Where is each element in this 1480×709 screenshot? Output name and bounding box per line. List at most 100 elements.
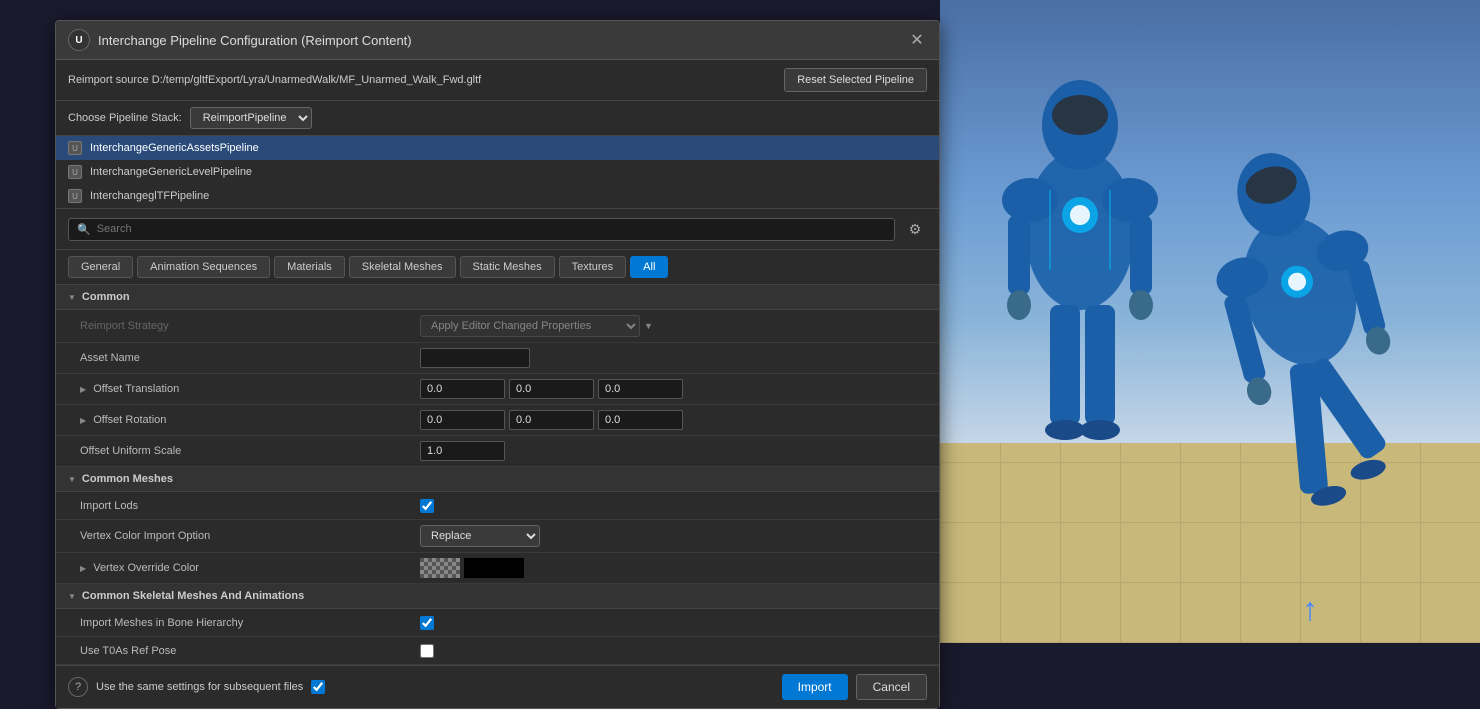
offset-translation-y[interactable] [509,379,594,399]
tab-animation-sequences[interactable]: Animation Sequences [137,256,270,278]
prop-offset-uniform-scale: Offset Uniform Scale [56,436,939,467]
help-icon[interactable]: ? [68,677,88,697]
pipeline-list: U InterchangeGenericAssetsPipeline U Int… [56,136,939,209]
import-button[interactable]: Import [782,674,848,700]
value-import-lods [420,499,927,513]
pipeline-item-label-1: InterchangeGenericLevelPipeline [90,166,252,178]
figure-left [970,30,1190,610]
same-settings-label: Use the same settings for subsequent fil… [96,681,303,693]
expand-translation-icon[interactable]: ▶ [80,385,86,394]
section-common[interactable]: ▼ Common [56,285,939,310]
value-vertex-override-color [420,558,927,578]
section-common-skeletal[interactable]: ▼ Common Skeletal Meshes And Animations [56,584,939,609]
source-path: Reimport source D:/temp/gltfExport/Lyra/… [68,74,481,86]
dialog-wrapper: U Interchange Pipeline Configuration (Re… [0,0,950,643]
cancel-button[interactable]: Cancel [856,674,927,700]
prop-import-meshes-bone-hierarchy: Import Meshes in Bone Hierarchy [56,609,939,637]
content-area: ▼ Common Reimport Strategy Apply Editor … [56,285,939,665]
offset-rotation-y[interactable] [509,410,594,430]
bottom-right: Import Cancel [782,674,927,700]
same-settings-checkbox[interactable] [311,680,325,694]
pipeline-item-2[interactable]: U InterchangeglTFPipeline [56,184,939,208]
pipeline-icon-0: U [68,141,82,155]
import-lods-checkbox[interactable] [420,499,434,513]
prop-offset-rotation: ▶ Offset Rotation [56,405,939,436]
bottom-bar: ? Use the same settings for subsequent f… [56,665,939,708]
vertex-color-option-select[interactable]: Replace [420,525,540,547]
chevron-common: ▼ [68,293,76,302]
value-use-t0as-ref-pose [420,644,927,658]
label-reimport-strategy: Reimport Strategy [80,320,420,332]
pipeline-item-1[interactable]: U InterchangeGenericLevelPipeline [56,160,939,184]
search-icon: 🔍 [77,223,91,236]
dialog-title: Interchange Pipeline Configuration (Reim… [98,33,412,48]
label-import-meshes-bone-hierarchy: Import Meshes in Bone Hierarchy [80,617,420,629]
chevron-skeletal: ▼ [68,592,76,601]
tab-general[interactable]: General [68,256,133,278]
section-common-skeletal-label: Common Skeletal Meshes And Animations [82,590,304,602]
bottom-left: ? Use the same settings for subsequent f… [68,677,325,697]
tab-skeletal-meshes[interactable]: Skeletal Meshes [349,256,456,278]
search-input[interactable] [97,223,886,235]
pipeline-item-label-0: InterchangeGenericAssetsPipeline [90,142,259,154]
prop-use-t0as-ref-pose: Use T0As Ref Pose [56,637,939,665]
pipeline-icon-2: U [68,189,82,203]
asset-name-input[interactable] [420,348,530,368]
label-asset-name: Asset Name [80,352,420,364]
prop-asset-name: Asset Name [56,343,939,374]
label-offset-rotation: ▶ Offset Rotation [80,414,420,426]
expand-color-icon[interactable]: ▶ [80,564,86,573]
tab-textures[interactable]: Textures [559,256,627,278]
title-bar: U Interchange Pipeline Configuration (Re… [56,21,939,60]
checkerboard-pattern [420,558,460,578]
value-vertex-color-option: Replace [420,525,927,547]
offset-rotation-z[interactable] [598,410,683,430]
expand-rotation-icon[interactable]: ▶ [80,416,86,425]
background-scene: ↑ [940,0,1480,643]
tab-all[interactable]: All [630,256,668,278]
value-offset-uniform-scale [420,441,927,461]
svg-text:↑: ↑ [1302,591,1318,627]
chevron-common-meshes: ▼ [68,475,76,484]
label-vertex-override-color: ▶ Vertex Override Color [80,562,420,574]
pipeline-stack-select[interactable]: ReimportPipeline [190,107,312,129]
import-meshes-bone-hierarchy-checkbox[interactable] [420,616,434,630]
pipeline-item-0[interactable]: U InterchangeGenericAssetsPipeline [56,136,939,160]
pipeline-item-label-2: InterchangeglTFPipeline [90,190,209,202]
label-vertex-color-option: Vertex Color Import Option [80,530,420,542]
filter-tabs: General Animation Sequences Materials Sk… [56,250,939,285]
tab-static-meshes[interactable]: Static Meshes [460,256,555,278]
use-t0as-ref-pose-checkbox[interactable] [420,644,434,658]
prop-import-lods: Import Lods [56,492,939,520]
offset-uniform-scale-input[interactable] [420,441,505,461]
color-swatch[interactable] [464,558,524,578]
reset-pipeline-button[interactable]: Reset Selected Pipeline [784,68,927,92]
value-asset-name [420,348,927,368]
prop-reimport-strategy: Reimport Strategy Apply Editor Changed P… [56,310,939,343]
offset-translation-z[interactable] [598,379,683,399]
section-common-label: Common [82,291,130,303]
tab-materials[interactable]: Materials [274,256,345,278]
section-common-meshes[interactable]: ▼ Common Meshes [56,467,939,492]
pipeline-icon-1: U [68,165,82,179]
title-bar-left: U Interchange Pipeline Configuration (Re… [68,29,412,51]
offset-rotation-x[interactable] [420,410,505,430]
reimport-strategy-select[interactable]: Apply Editor Changed Properties [420,315,640,337]
search-wrapper: 🔍 [68,218,895,241]
pipeline-row: Choose Pipeline Stack: ReimportPipeline [56,101,939,136]
offset-translation-x[interactable] [420,379,505,399]
value-offset-rotation [420,410,927,430]
value-import-meshes-bone-hierarchy [420,616,927,630]
prop-vertex-override-color: ▶ Vertex Override Color [56,553,939,584]
settings-gear-button[interactable]: ⚙ [903,217,927,241]
ue-logo: U [68,29,90,51]
label-import-lods: Import Lods [80,500,420,512]
section-common-meshes-label: Common Meshes [82,473,173,485]
label-offset-uniform-scale: Offset Uniform Scale [80,445,420,457]
label-offset-translation: ▶ Offset Translation [80,383,420,395]
search-row: 🔍 ⚙ [56,209,939,250]
label-use-t0as-ref-pose: Use T0As Ref Pose [80,645,420,657]
pipeline-stack-label: Choose Pipeline Stack: [68,112,182,124]
close-button[interactable]: ✕ [907,30,927,50]
toolbar-row: Reimport source D:/temp/gltfExport/Lyra/… [56,60,939,101]
